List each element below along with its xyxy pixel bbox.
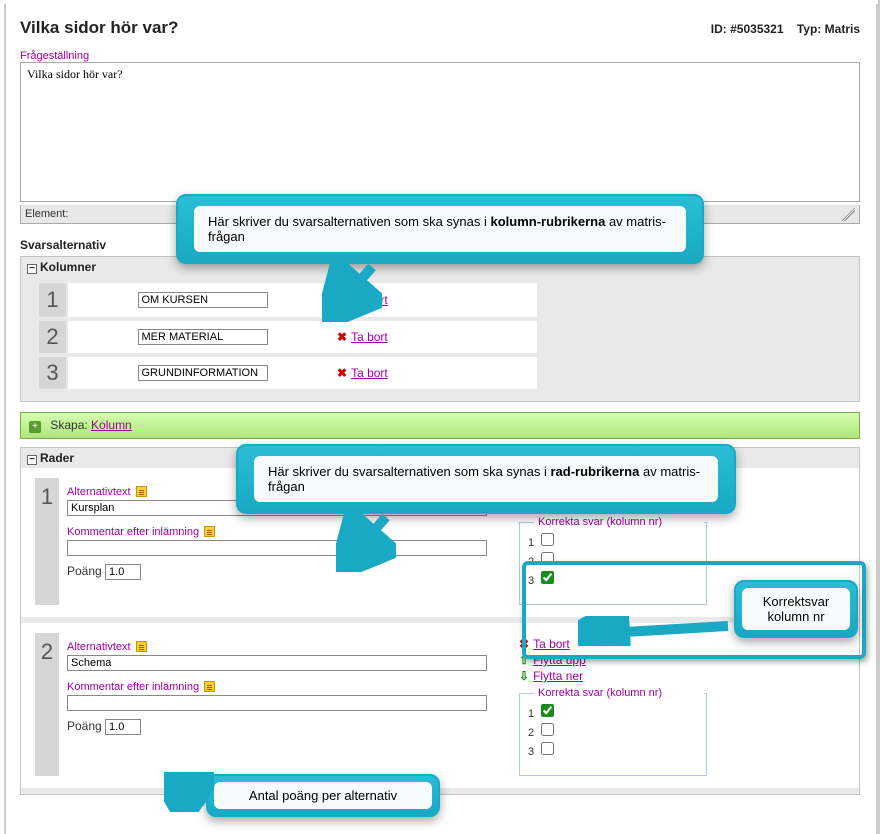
correct-answers-label: Korrekta svar (kolumn nr) (534, 687, 704, 699)
remove-row-link[interactable]: Ta bort (533, 637, 570, 651)
column-row: 1 ✖ Ta bort (39, 283, 537, 319)
row-number: 1 (35, 478, 59, 605)
correct-checkbox[interactable] (541, 571, 554, 584)
create-column-link[interactable]: Kolumn (91, 418, 132, 432)
points-label: Poäng (67, 564, 102, 578)
question-label: Frågeställning (20, 50, 860, 62)
alt-text-label: Alternativtext (67, 639, 519, 653)
columns-table: 1 ✖ Ta bort 2 ✖ Ta bort 3 ✖ Ta bort (39, 283, 537, 393)
arrow-up-icon[interactable]: ⇧ (519, 653, 529, 667)
close-icon[interactable]: ✖ (337, 330, 347, 344)
edit-icon[interactable] (204, 526, 215, 537)
correct-answers-label: Korrekta svar (kolumn nr) (534, 516, 704, 528)
move-up-link[interactable]: Flytta upp (533, 653, 586, 667)
row-number: 2 (35, 633, 59, 776)
arrow-down-icon[interactable]: ⇩ (519, 669, 529, 683)
remove-column-link[interactable]: Ta bort (351, 330, 388, 344)
page-meta: ID: #5035321 Typ: Matris (711, 22, 860, 36)
correct-option: 2 (528, 723, 698, 739)
remove-column-link[interactable]: Ta bort (351, 366, 388, 380)
comment-input[interactable] (67, 695, 487, 711)
correct-checkbox[interactable] (541, 723, 554, 736)
close-icon[interactable]: ✖ (337, 293, 347, 307)
edit-icon[interactable] (136, 486, 147, 497)
column-number: 3 (39, 355, 67, 391)
points-input[interactable] (105, 564, 141, 580)
correct-option: 1 (528, 533, 698, 549)
comment-input[interactable] (67, 540, 487, 556)
points-input[interactable] (105, 719, 141, 735)
page-header: Vilka sidor hör var? ID: #5035321 Typ: M… (20, 18, 860, 38)
remove-column-link[interactable]: Ta bort (351, 293, 388, 307)
question-textarea[interactable]: Vilka sidor hör var? (20, 62, 860, 202)
column-row: 3 ✖ Ta bort (39, 355, 537, 391)
correct-option: 1 (528, 704, 698, 720)
correct-checkbox[interactable] (541, 533, 554, 546)
page-title: Vilka sidor hör var? (20, 18, 178, 38)
column-name-input[interactable] (138, 329, 268, 345)
row-actions: ✖ Ta bort ⇧ Flytta upp ⇩ Flytta ner (519, 637, 849, 683)
column-row: 2 ✖ Ta bort (39, 319, 537, 355)
answer-row: 2 Alternativtext Kommentar efter inlämnin… (21, 623, 859, 794)
callout-points: Antal poäng per alternativ (206, 774, 440, 817)
correct-checkbox[interactable] (541, 552, 554, 565)
callout-rows: Här skriver du svarsalternativen som ska… (236, 444, 736, 514)
correct-option: 3 (528, 742, 698, 758)
plus-icon[interactable]: + (29, 421, 41, 433)
correct-checkbox[interactable] (541, 704, 554, 717)
callout-columns: Här skriver du svarsalternativen som ska… (176, 194, 704, 264)
create-column-bar: + Skapa: Kolumn (20, 412, 860, 439)
column-name-input[interactable] (138, 292, 268, 308)
column-name-input[interactable] (138, 365, 268, 381)
collapse-toggle-icon[interactable]: − (27, 455, 37, 465)
close-icon[interactable]: ✖ (519, 637, 529, 651)
comment-label: Kommentar efter inlämning (67, 679, 519, 693)
correct-answers-box: Korrekta svar (kolumn nr)1 2 3 (519, 522, 707, 605)
column-number: 2 (39, 319, 67, 355)
resize-grip-icon[interactable] (841, 207, 855, 221)
close-icon[interactable]: ✖ (337, 366, 347, 380)
alt-text-input[interactable] (67, 655, 487, 671)
columns-panel: −Kolumner 1✖Ta bort2✖Ta bort3✖Ta bort (20, 256, 860, 402)
column-number: 1 (39, 283, 67, 319)
collapse-toggle-icon[interactable]: − (27, 264, 37, 274)
correct-option: 2 (528, 552, 698, 568)
correct-checkbox[interactable] (541, 742, 554, 755)
correct-answers-box: Korrekta svar (kolumn nr)1 2 3 (519, 693, 707, 776)
callout-correct: Korrektsvar kolumn nr (734, 580, 858, 638)
edit-icon[interactable] (136, 641, 147, 652)
comment-label: Kommentar efter inlämning (67, 524, 519, 538)
move-down-link[interactable]: Flytta ner (533, 669, 583, 683)
points-label: Poäng (67, 719, 102, 733)
correct-option: 3 (528, 571, 698, 587)
edit-icon[interactable] (204, 681, 215, 692)
